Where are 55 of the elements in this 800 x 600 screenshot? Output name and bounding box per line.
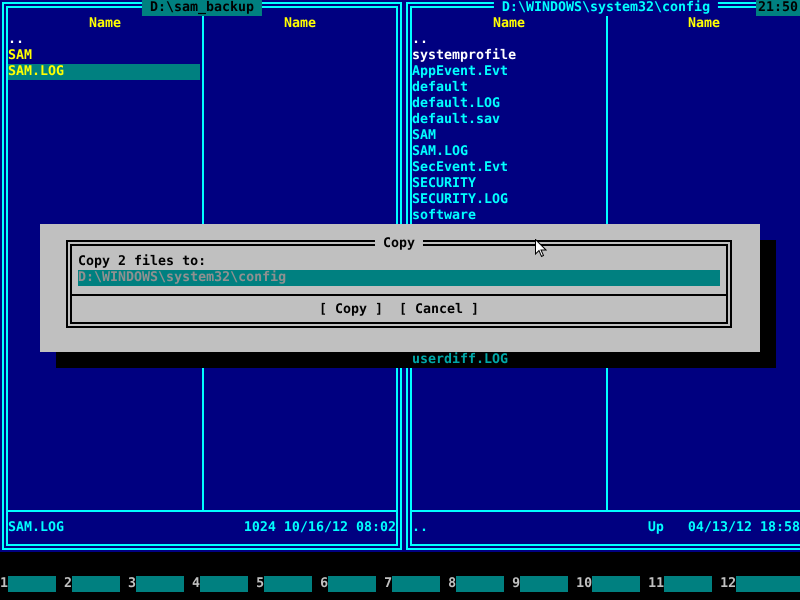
file-item[interactable]: default	[412, 80, 604, 96]
file-item[interactable]: ..	[8, 32, 200, 48]
key-number: 9	[512, 576, 520, 592]
column-header: Name	[282, 16, 318, 32]
column-header: Name	[88, 16, 122, 32]
key-number: 3	[128, 576, 136, 592]
file-item[interactable]: software	[412, 208, 604, 224]
key-number: 11	[648, 576, 664, 592]
status-info: Up 04/13/12 18:58	[648, 520, 800, 537]
file-item[interactable]: default.sav	[412, 112, 604, 128]
status-filename: SAM.LOG	[8, 520, 64, 537]
panel-title: D:\sam_backup	[142, 0, 262, 16]
function-key[interactable]	[592, 576, 640, 592]
function-key[interactable]	[392, 576, 440, 592]
file-item[interactable]: SAM	[8, 48, 200, 64]
file-item[interactable]: SAM.LOG	[8, 64, 200, 80]
file-item[interactable]: default.LOG	[412, 96, 604, 112]
function-key[interactable]	[8, 576, 56, 592]
function-key[interactable]	[200, 576, 248, 592]
function-key[interactable]	[72, 576, 120, 592]
panel-title: D:\WINDOWS\system32\config	[494, 0, 718, 16]
dialog-button[interactable]: [ Copy ]	[318, 302, 383, 318]
status-filename: ..	[412, 520, 428, 537]
key-number: 7	[384, 576, 392, 592]
status-info: 1024 10/16/12 08:02	[244, 520, 396, 537]
clock: 21:50	[756, 0, 800, 16]
file-item[interactable]: ..	[412, 32, 604, 48]
function-key[interactable]	[136, 576, 184, 592]
column-header: Name	[686, 16, 722, 32]
function-key[interactable]	[664, 576, 712, 592]
key-number: 4	[192, 576, 200, 592]
file-item[interactable]: SECURITY.LOG	[412, 192, 604, 208]
key-number: 6	[320, 576, 328, 592]
dialog-title: Copy	[374, 236, 424, 252]
key-number: 5	[256, 576, 264, 592]
dialog-button[interactable]: [ Cancel ]	[398, 302, 480, 318]
key-number: 2	[64, 576, 72, 592]
key-number: 10	[576, 576, 592, 592]
function-key[interactable]	[736, 576, 800, 592]
file-item[interactable]: SecEvent.Evt	[412, 160, 604, 176]
key-number: 12	[720, 576, 736, 592]
file-item[interactable]: SAM.LOG	[412, 144, 604, 160]
file-item[interactable]: AppEvent.Evt	[412, 64, 604, 80]
dialog-prompt: Copy 2 files to:	[78, 254, 206, 270]
key-number: 1	[0, 576, 8, 592]
function-key[interactable]	[264, 576, 312, 592]
function-key[interactable]	[520, 576, 568, 592]
function-key[interactable]	[456, 576, 504, 592]
function-key[interactable]	[328, 576, 376, 592]
file-item[interactable]: systemprofile	[412, 48, 604, 64]
file-item[interactable]: SECURITY	[412, 176, 604, 192]
file-item[interactable]: userdiff.LOG	[412, 352, 604, 368]
column-header: Name	[492, 16, 526, 32]
file-item[interactable]: SAM	[412, 128, 604, 144]
key-number: 8	[448, 576, 456, 592]
